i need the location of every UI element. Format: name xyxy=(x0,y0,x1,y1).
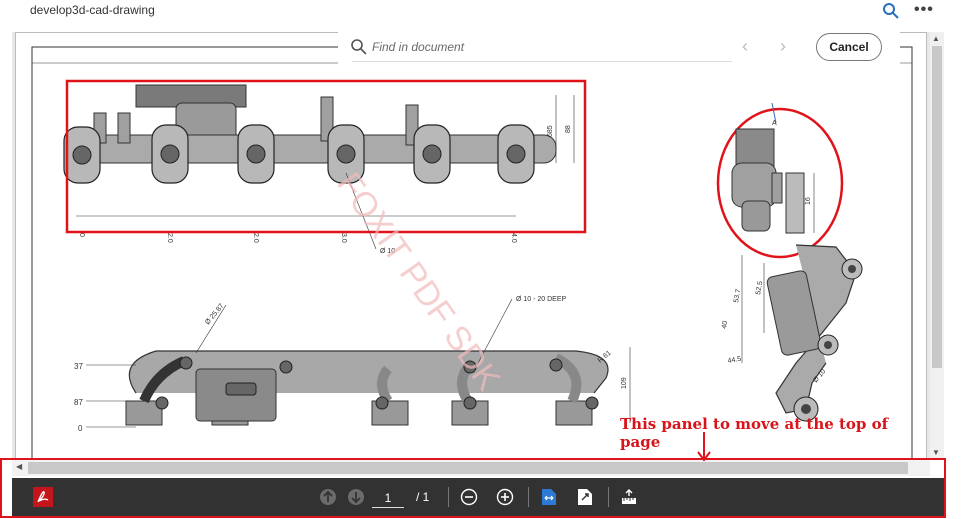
dim-87: 37 xyxy=(74,362,83,371)
dim-525: 52.5 xyxy=(755,281,764,296)
annotation-highlight-box xyxy=(0,458,946,518)
cancel-button[interactable]: Cancel xyxy=(816,33,882,61)
dim-2a: 2.0 xyxy=(166,233,173,243)
title-bar: develop3d-cad-drawing ••• xyxy=(0,0,977,26)
pdf-page: 685 88 0 2.0 2.0 3.0 4.0 Ø 10 37 87 0 10… xyxy=(15,32,927,460)
dim-3: 3.0 xyxy=(340,233,347,243)
document-viewer[interactable]: 685 88 0 2.0 2.0 3.0 4.0 Ø 10 37 87 0 10… xyxy=(12,32,930,460)
find-input-underline xyxy=(352,61,732,62)
app-root: develop3d-cad-drawing ••• 685 88 0 2.0 2… xyxy=(0,0,977,519)
scroll-down-icon[interactable]: ▼ xyxy=(932,448,940,457)
search-icon xyxy=(351,39,367,55)
manifold-front-view: 37 87 0 109 R 61 Ø 25.87 Ø 10 - 20 DEEP xyxy=(74,296,631,433)
dim-0-front: 0 xyxy=(78,424,83,433)
vertical-scroll-thumb[interactable] xyxy=(932,46,942,368)
dim-88: 88 xyxy=(565,125,572,133)
chevron-right-icon[interactable]: › xyxy=(780,36,786,57)
dim-phi10-deep: Ø 10 - 20 DEEP xyxy=(516,296,567,303)
chevron-left-icon[interactable]: ‹ xyxy=(742,36,748,57)
dim-109: 109 xyxy=(621,377,628,389)
detail-view: A 16 xyxy=(716,102,844,259)
manifold-top-view: 685 88 0 2.0 2.0 3.0 4.0 Ø 10 xyxy=(63,84,575,255)
find-bar: ‹ › Cancel xyxy=(338,30,900,64)
search-icon[interactable] xyxy=(882,2,900,20)
cad-drawing: 685 88 0 2.0 2.0 3.0 4.0 Ø 10 37 87 0 10… xyxy=(31,46,913,460)
more-options-icon[interactable]: ••• xyxy=(914,1,934,19)
dim-4: 4.0 xyxy=(510,233,517,243)
dim-16: 16 xyxy=(805,197,812,205)
isometric-view: 53.7 52.5 40 44.5 Ø 10 xyxy=(721,244,863,422)
detail-label-a: A xyxy=(772,120,777,127)
dim-37: 87 xyxy=(74,398,83,407)
annotation-note: This panel to move at the top of page xyxy=(620,415,889,451)
document-title: develop3d-cad-drawing xyxy=(30,3,155,17)
dim-0: 0 xyxy=(78,233,85,237)
vertical-scrollbar[interactable]: ▲ ▼ xyxy=(930,32,944,460)
annotation-arrow-icon xyxy=(697,432,711,462)
find-input[interactable] xyxy=(372,37,752,57)
scroll-up-icon[interactable]: ▲ xyxy=(932,34,940,43)
dim-2b: 2.0 xyxy=(252,233,259,243)
dim-445: 44.5 xyxy=(727,356,742,365)
dim-685: 685 xyxy=(547,125,554,137)
dim-537: 53.7 xyxy=(733,289,742,304)
dim-40: 40 xyxy=(721,320,729,329)
